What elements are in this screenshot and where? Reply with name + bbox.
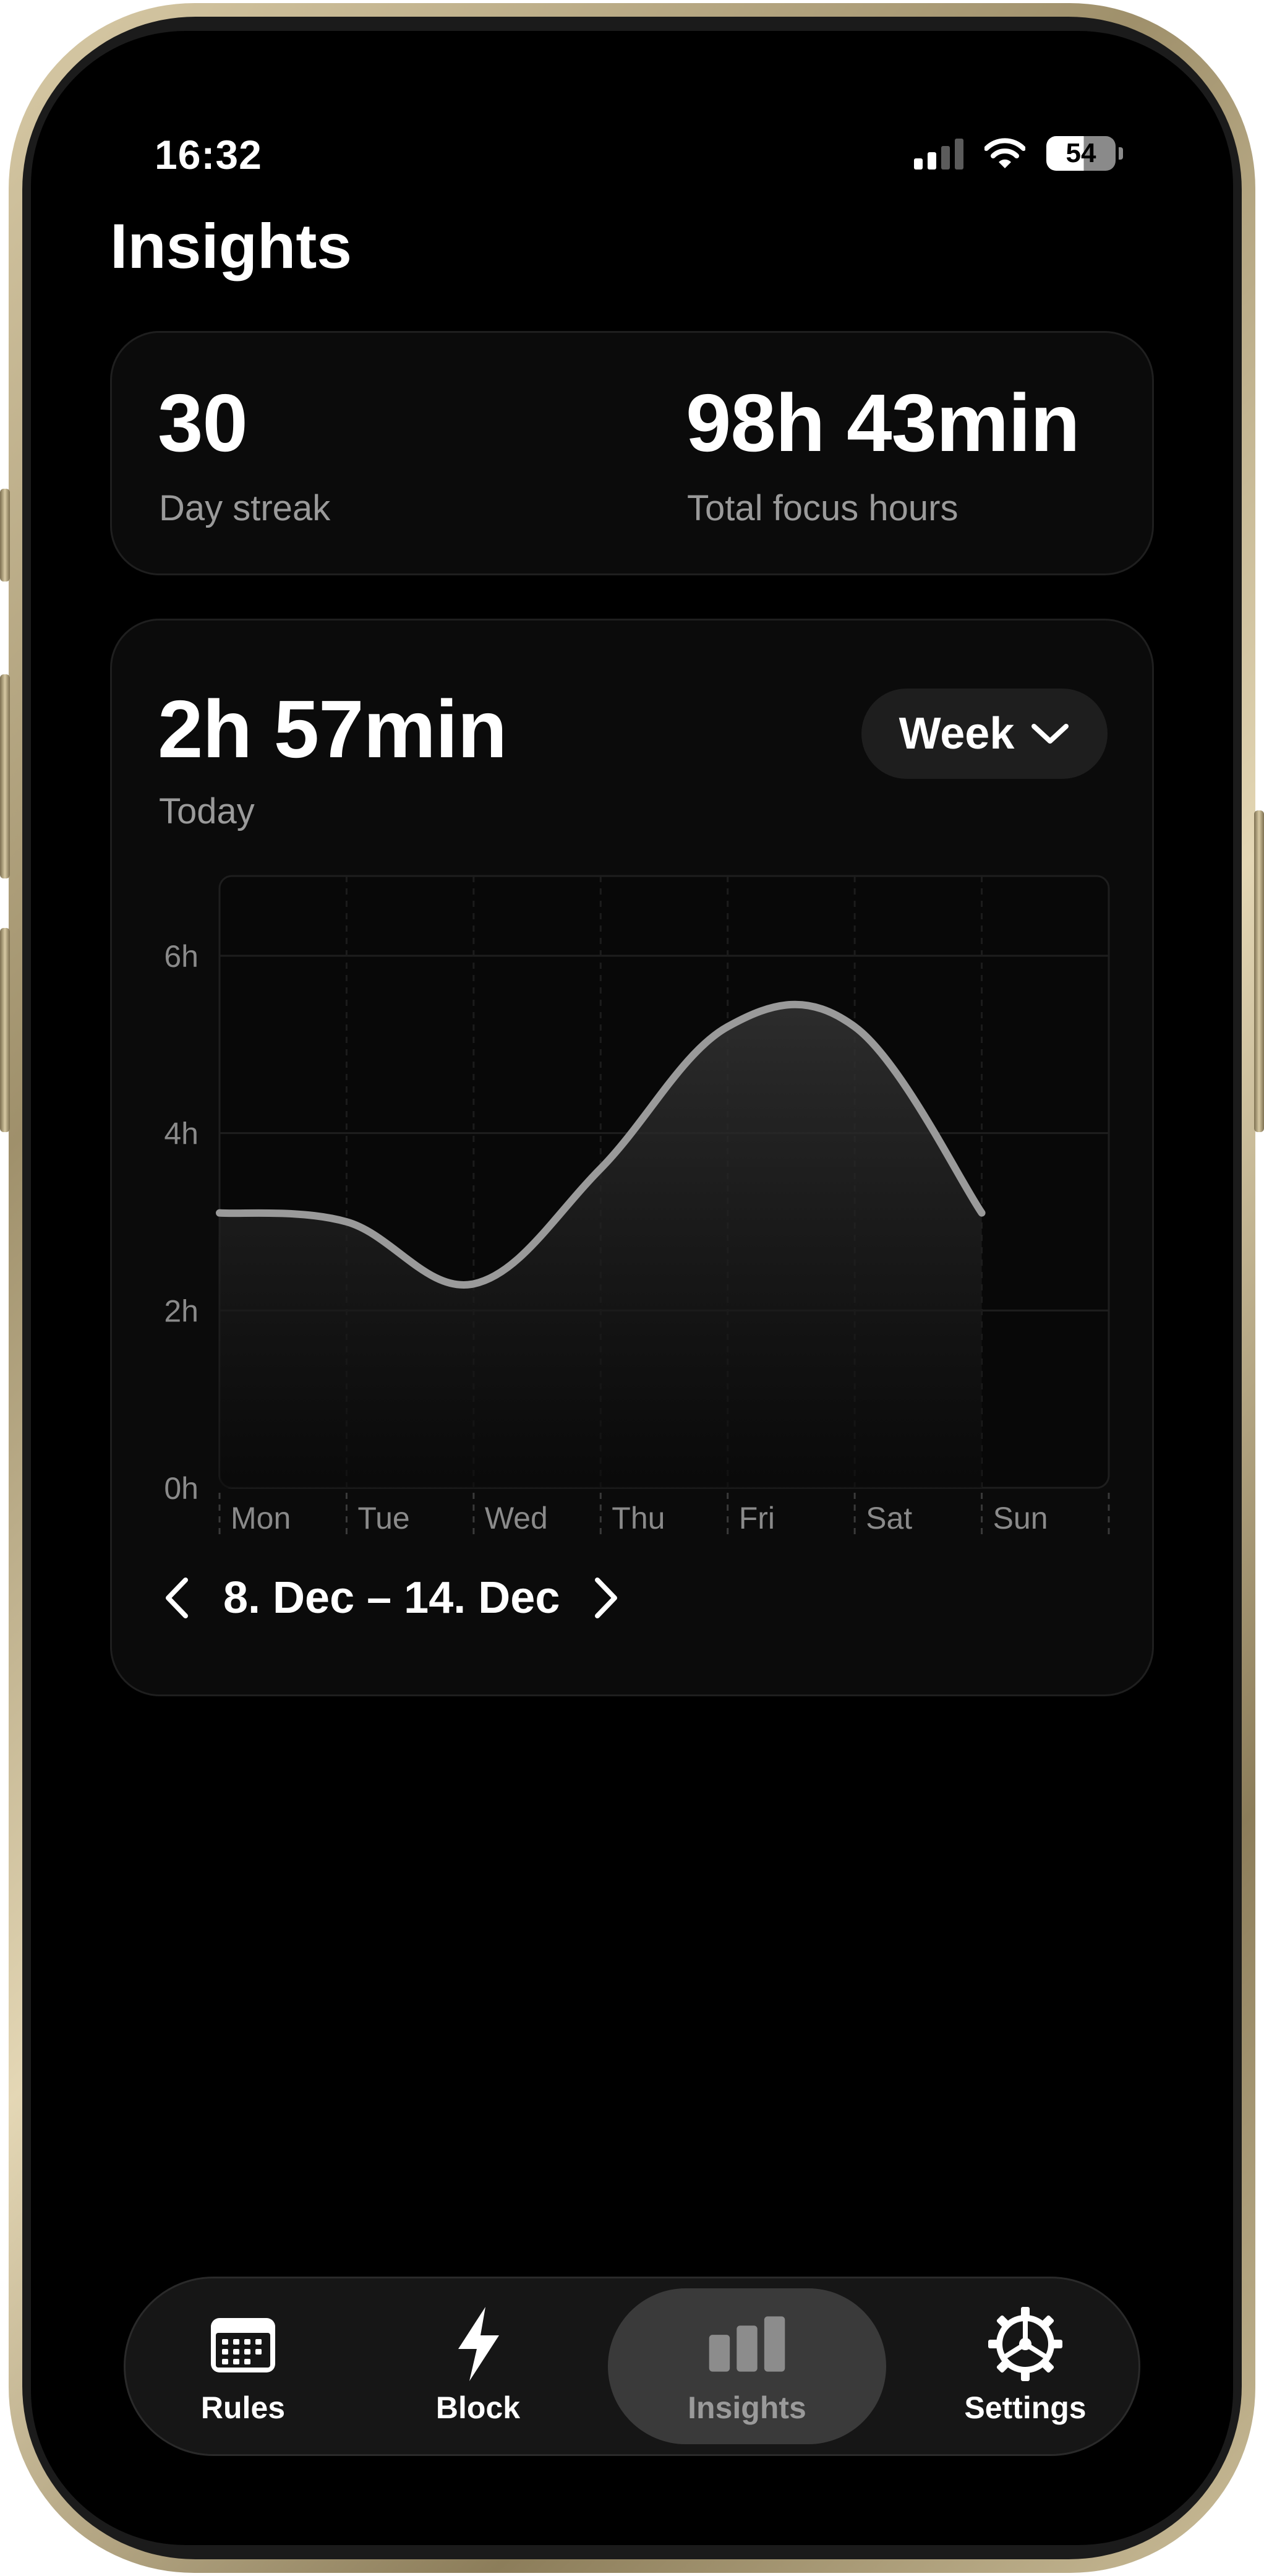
previous-week-button[interactable] <box>155 1567 199 1629</box>
x-tick-label: Tue <box>357 1501 409 1535</box>
volume-up-button <box>0 674 10 878</box>
stats-card: 30 Day streak 98h 43min Total focus hour… <box>110 331 1154 575</box>
cellular-signal-icon <box>914 137 963 170</box>
streak-value: 30 <box>158 377 248 468</box>
tab-bar: Rules Block Insights Settings <box>124 2277 1140 2456</box>
tab-insights[interactable]: Insights <box>608 2288 886 2444</box>
y-tick-label: 4h <box>164 1117 199 1151</box>
tab-rules-label: Rules <box>200 2390 286 2425</box>
x-tick-label: Mon <box>231 1501 291 1535</box>
tab-block[interactable]: Block <box>379 2278 577 2454</box>
date-range-label: 8. Dec – 14. Dec <box>223 1573 560 1623</box>
focus-area-chart: 0h 2h 4h 6h Mon Tue Wed Thu Fri Sat Sun <box>164 875 1110 1540</box>
tab-insights-label: Insights <box>688 2390 806 2425</box>
bar-chart-icon <box>707 2307 787 2381</box>
chevron-left-icon <box>166 1578 188 1618</box>
status-time: 16:32 <box>155 132 262 178</box>
volume-down-button <box>0 928 10 1132</box>
date-navigator: 8. Dec – 14. Dec <box>155 1567 628 1629</box>
tab-settings[interactable]: Settings <box>923 2278 1127 2454</box>
focus-chart-card: 2h 57min Today Week 0h 2h 4h 6h Mon Tue Wed Thu… <box>110 619 1154 1696</box>
y-tick-label: 2h <box>164 1294 199 1328</box>
x-tick-label: Sat <box>866 1501 912 1535</box>
calendar-icon <box>203 2307 283 2381</box>
tab-block-label: Block <box>435 2390 521 2425</box>
battery-icon: 54 <box>1046 136 1123 171</box>
page-title: Insights <box>110 211 352 281</box>
streak-label: Day streak <box>159 488 331 528</box>
gear-icon <box>985 2307 1065 2381</box>
x-tick-label: Wed <box>485 1501 548 1535</box>
tab-rules[interactable]: Rules <box>144 2278 342 2454</box>
total-focus-label: Total focus hours <box>687 488 959 528</box>
y-tick-label: 0h <box>164 1471 199 1506</box>
screen: 16:32 54 Insights 30 Day streak 98h 43mi… <box>31 31 1233 2545</box>
total-focus-value: 98h 43min <box>686 377 1080 468</box>
bolt-icon <box>438 2307 518 2381</box>
x-tick-label: Sun <box>993 1501 1048 1535</box>
x-tick-label: Thu <box>612 1501 665 1535</box>
action-button <box>0 489 10 582</box>
wifi-icon <box>984 138 1025 168</box>
status-icons: 54 <box>914 136 1123 171</box>
next-week-button[interactable] <box>584 1567 628 1629</box>
battery-level: 54 <box>1065 138 1096 168</box>
y-tick-label: 6h <box>164 939 199 974</box>
x-tick-label: Fri <box>739 1501 775 1535</box>
tab-settings-label: Settings <box>964 2390 1087 2425</box>
chevron-right-icon <box>595 1578 618 1618</box>
power-button <box>1254 810 1264 1132</box>
